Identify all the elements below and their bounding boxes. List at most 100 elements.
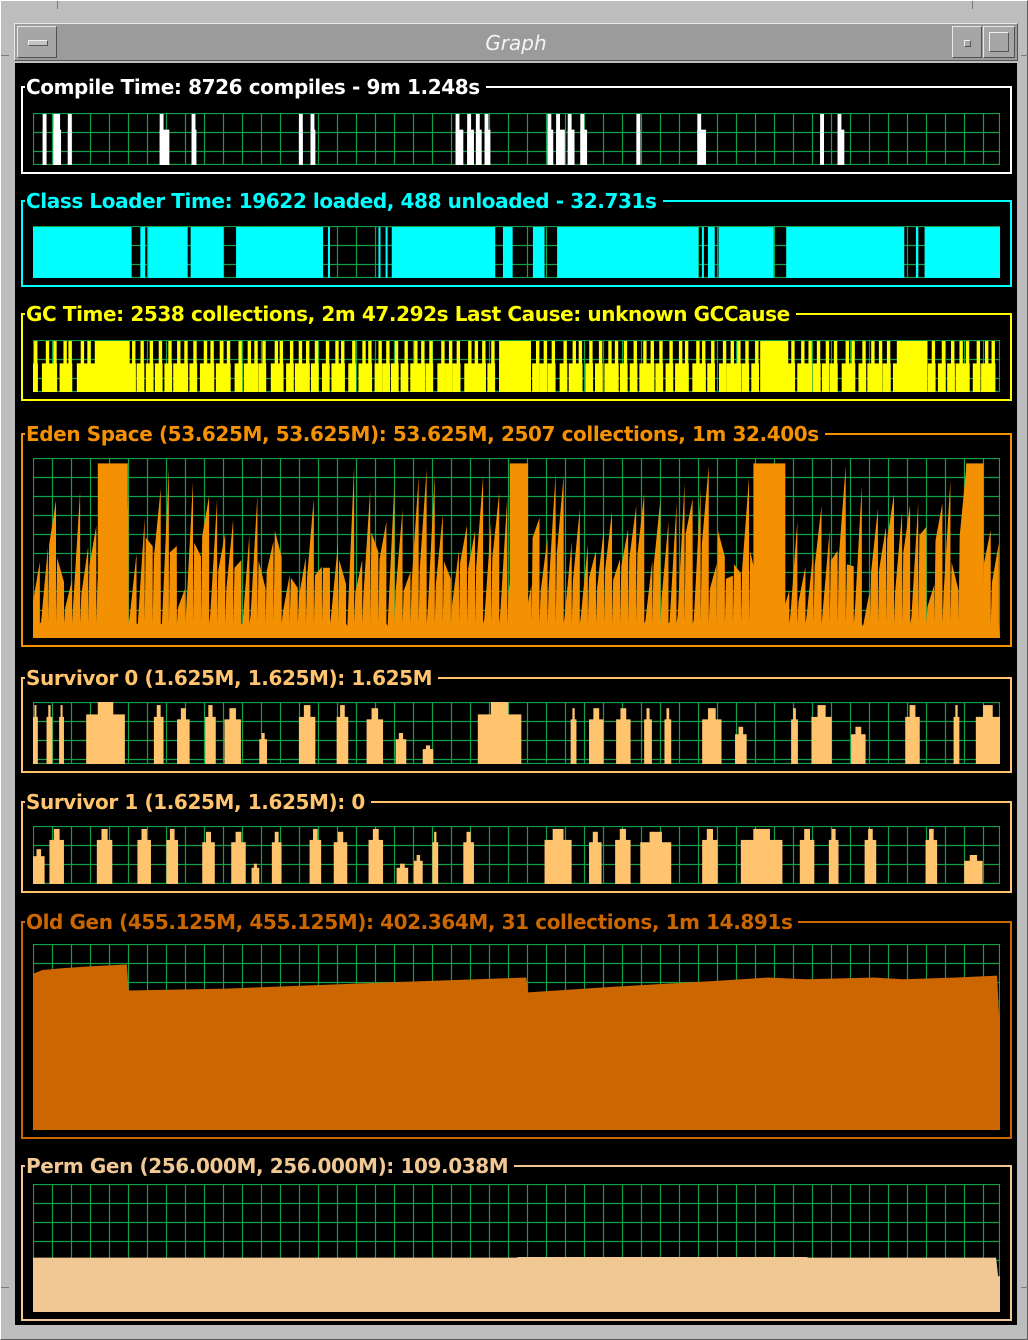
eden-space-chart: [33, 458, 1000, 638]
gc-time-chart-bar: [445, 363, 453, 392]
survivor-1-chart-bar: [434, 831, 437, 884]
class-loader-time-chart-bar: [786, 227, 789, 278]
survivor-0-chart-bar: [738, 726, 744, 764]
survivor-1-chart-bar: [235, 831, 242, 884]
survivor-0-chart-bar: [620, 708, 627, 764]
gc-time-chart-bar: [751, 363, 760, 392]
survivor-0-chart-bar: [983, 705, 993, 764]
old-gen-chart: [33, 944, 1000, 1130]
gc-time-chart-bar: [639, 363, 648, 392]
survivor-0-chart-bar: [340, 705, 345, 764]
eden-space-panel: Eden Space (53.625M, 53.625M): 53.625M, …: [21, 421, 1012, 647]
gc-time-chart-bar: [275, 363, 284, 392]
class-loader-time-chart-bar: [185, 227, 188, 278]
class-loader-time-chart-bar: [916, 227, 919, 278]
survivor-0-chart-bar: [490, 702, 509, 764]
gc-time-chart-bar: [390, 363, 399, 392]
class-loader-time-chart-bar: [886, 227, 889, 278]
survivor-0-chart-bar: [855, 726, 862, 764]
class-loader-time-chart-bar: [480, 227, 483, 278]
gc-time-chart-bar: [154, 363, 163, 392]
gc-time-chart-bar: [199, 363, 208, 392]
survivor-1-chart-bar: [619, 828, 626, 884]
class-loader-time-chart-bar: [986, 227, 989, 278]
gc-time-chart-bar: [478, 363, 486, 392]
gc-time-chart-bar: [665, 363, 674, 392]
gc-time-title: GC Time: 2538 collections, 2m 47.292s La…: [25, 301, 796, 327]
class-loader-time-chart-bar: [559, 227, 562, 278]
gc-time-chart-bar: [787, 363, 796, 392]
compile-time-chart-background: [33, 113, 1000, 165]
frame-resize-mark-left-top: [1, 55, 9, 56]
compile-time-chart-bar: [547, 114, 552, 165]
survivor-1-chart-bar: [753, 828, 770, 884]
compile-time-chart-bar: [484, 114, 489, 165]
gc-time-chart-bar: [470, 363, 479, 392]
gc-time-chart-bar: [83, 363, 92, 392]
survivor-0-chart-bar: [572, 708, 575, 764]
survivor-0-chart-bar: [261, 733, 265, 764]
gc-time-chart-bar: [173, 363, 181, 392]
gc-time-chart-bar: [258, 363, 267, 392]
gc-time-chart-bar: [164, 363, 173, 392]
class-loader-time-chart-bar: [148, 227, 186, 278]
frame-resize-mark-right-bottom: [1021, 1287, 1028, 1288]
eden-space-title: Eden Space (53.625M, 53.625M): 53.625M, …: [25, 421, 825, 447]
class-loader-time-chart-bar: [532, 227, 545, 278]
compile-time-chart-bar: [42, 114, 47, 165]
eden-space-chart-bar: [966, 463, 984, 638]
gc-time-chart-bar: [698, 363, 706, 392]
class-loader-time-chart-bar: [611, 227, 614, 278]
survivor-1-chart-bar: [400, 863, 405, 884]
compile-time-chart-bar: [820, 114, 825, 165]
survivor-0-title: Survivor 0 (1.625M, 1.625M): 1.625M: [25, 665, 439, 691]
class-loader-time-chart-bar: [378, 227, 381, 278]
gc-time-chart-bar: [559, 363, 568, 392]
gc-time-chart-bar: [222, 363, 231, 392]
gc-time-chart-bar: [206, 363, 215, 392]
gc-time-chart-bar: [947, 363, 955, 392]
frame-resize-mark-left-bottom: [1, 1287, 9, 1288]
gc-time-chart: [33, 340, 1000, 392]
gc-time-chart-bar: [847, 363, 856, 392]
gc-time-chart-bar: [574, 363, 583, 392]
old-gen-panel: Old Gen (455.125M, 455.125M): 402.364M, …: [21, 909, 1012, 1139]
gc-time-chart-bar: [707, 363, 715, 392]
survivor-1-chart-bar: [868, 828, 873, 884]
gc-time-chart-bar: [532, 363, 540, 392]
compile-time-chart-bar: [636, 114, 641, 165]
maximize-button[interactable]: [983, 26, 1015, 58]
class-loader-time-chart-bar: [194, 227, 197, 278]
gc-time-chart-bar: [987, 363, 996, 392]
survivor-1-chart-bar: [592, 831, 598, 884]
survivor-1-chart-bar: [969, 855, 978, 884]
gc-time-chart-bar: [681, 363, 689, 392]
gc-time-chart-bar: [897, 341, 928, 392]
gc-time-chart-bar: [243, 363, 252, 392]
gc-time-chart-bar: [337, 363, 345, 392]
gc-time-chart-bar: [410, 363, 419, 392]
class-loader-time-chart: [33, 226, 1000, 278]
gc-time-chart-bar: [302, 363, 310, 392]
perm-gen-panel: Perm Gen (256.000M, 256.000M): 109.038M: [21, 1153, 1012, 1321]
class-loader-time-chart-bar: [262, 227, 265, 278]
class-loader-time-chart-bar: [788, 227, 791, 278]
maximize-icon: [989, 32, 1009, 52]
gc-time-chart-bar: [874, 363, 883, 392]
survivor-1-chart-bar: [337, 831, 344, 884]
gc-time-chart-bar: [95, 341, 130, 392]
gc-time-chart-bar: [539, 363, 548, 392]
perm-gen-chart-area: [33, 1257, 1000, 1312]
gc-time-chart-bar: [629, 363, 638, 392]
survivor-0-chart-bar: [156, 705, 161, 764]
minimize-icon: [964, 40, 971, 47]
title-bar[interactable]: Graph: [14, 23, 1018, 61]
gc-time-panel: GC Time: 2538 collections, 2m 47.292s La…: [21, 301, 1012, 401]
class-loader-time-chart-bar: [604, 227, 607, 278]
gc-time-chart-bar: [250, 363, 259, 392]
class-loader-time-chart-bar: [718, 227, 774, 278]
survivor-1-chart-bar: [205, 831, 212, 884]
minimize-button[interactable]: [952, 26, 982, 58]
gc-time-chart-bar: [804, 363, 813, 392]
class-loader-time-chart-bar: [403, 227, 406, 278]
